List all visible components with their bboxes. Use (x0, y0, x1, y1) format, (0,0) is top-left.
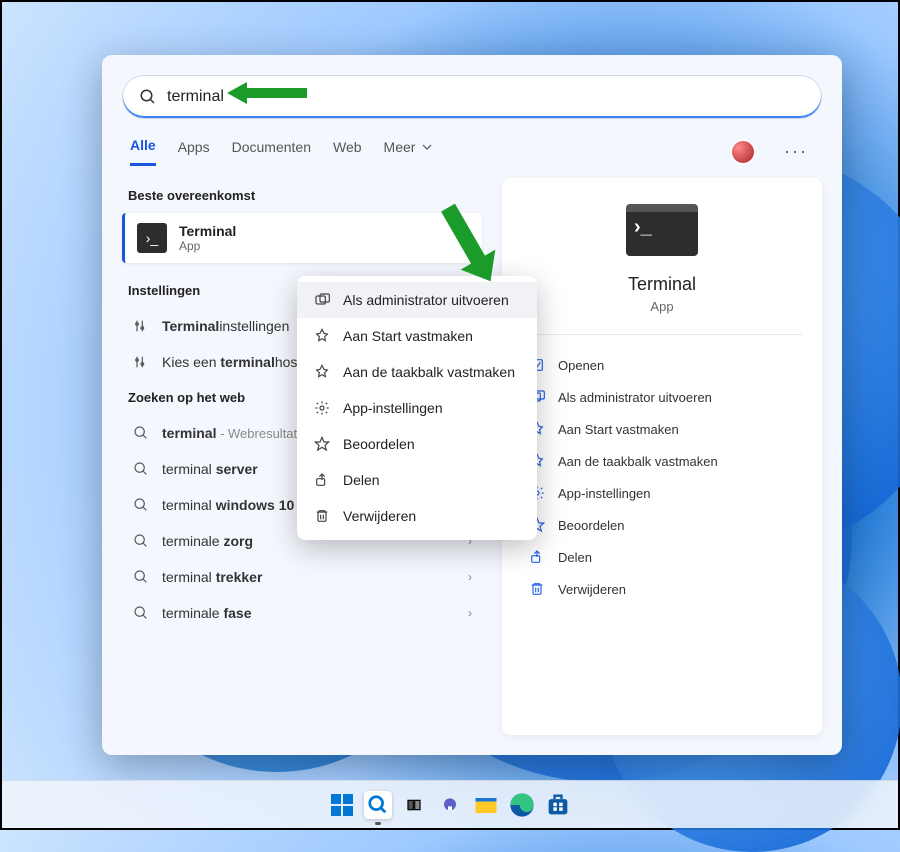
pin-icon (313, 328, 331, 344)
search-icon (139, 88, 157, 106)
context-menu-label: App-instellingen (343, 400, 443, 416)
taskbar (2, 780, 898, 828)
share-icon (313, 472, 331, 488)
context-menu-item[interactable]: Aan de taakbalk vastmaken (297, 354, 537, 390)
context-menu-label: Delen (343, 472, 380, 488)
search-icon (132, 533, 150, 549)
action-label: Als administrator uitvoeren (558, 390, 712, 405)
best-match-subtitle: App (179, 239, 236, 253)
context-menu-label: Aan Start vastmaken (343, 328, 473, 344)
detail-action[interactable]: Beoordelen (522, 509, 802, 541)
overflow-menu-button[interactable]: ··· (778, 141, 814, 162)
store-button[interactable] (544, 791, 572, 819)
chevron-down-icon (419, 139, 435, 155)
gear-icon (313, 400, 331, 416)
detail-action[interactable]: App-instellingen (522, 477, 802, 509)
detail-action[interactable]: Als administrator uitvoeren (522, 381, 802, 413)
search-icon (367, 794, 389, 816)
pin-icon (313, 364, 331, 380)
file-explorer-button[interactable] (472, 791, 500, 819)
filter-tabs: Alle Apps Documenten Web Meer ··· (102, 119, 842, 166)
action-label: Aan Start vastmaken (558, 422, 679, 437)
best-match-item[interactable]: ›_ Terminal App (122, 213, 482, 263)
edge-icon (508, 791, 536, 819)
chat-button[interactable] (436, 791, 464, 819)
search-icon (132, 605, 150, 621)
windows-logo-icon (331, 794, 353, 816)
action-label: Aan de taakbalk vastmaken (558, 454, 718, 469)
context-menu-label: Als administrator uitvoeren (343, 292, 509, 308)
web-result[interactable]: terminal trekker › (122, 559, 482, 595)
search-icon (132, 425, 150, 441)
detail-app-icon (626, 204, 698, 256)
result-label: terminale fase (162, 605, 456, 621)
share-icon (528, 549, 546, 565)
section-best-match: Beste overeenkomst (122, 178, 482, 213)
annotation-arrow (227, 78, 307, 113)
user-avatar[interactable] (730, 139, 756, 165)
trash-icon (313, 508, 331, 524)
star-icon (313, 436, 331, 452)
tab-web[interactable]: Web (333, 139, 362, 165)
edge-button[interactable] (508, 791, 536, 819)
taskbar-search-button[interactable] (364, 791, 392, 819)
action-label: Beoordelen (558, 518, 625, 533)
result-label: terminal trekker (162, 569, 456, 585)
web-result[interactable]: terminale fase › (122, 595, 482, 631)
detail-action[interactable]: Openen (522, 349, 802, 381)
search-icon (132, 497, 150, 513)
divider (522, 334, 802, 335)
admin-icon (313, 292, 331, 308)
task-view-icon (406, 797, 422, 813)
chat-icon (442, 797, 458, 813)
context-menu-label: Aan de taakbalk vastmaken (343, 364, 515, 380)
search-icon (132, 461, 150, 477)
action-label: Delen (558, 550, 592, 565)
search-icon (132, 569, 150, 585)
context-menu-item[interactable]: Beoordelen (297, 426, 537, 462)
sliders-icon (132, 318, 150, 334)
task-view-button[interactable] (400, 791, 428, 819)
action-label: Openen (558, 358, 604, 373)
tab-all[interactable]: Alle (130, 137, 156, 166)
context-menu: Als administrator uitvoeren Aan Start vas… (297, 276, 537, 540)
context-menu-item[interactable]: Aan Start vastmaken (297, 318, 537, 354)
detail-pane: Terminal App Openen Als administrator uit… (502, 178, 822, 735)
detail-action[interactable]: Aan Start vastmaken (522, 413, 802, 445)
sliders-icon (132, 354, 150, 370)
start-button[interactable] (328, 791, 356, 819)
chevron-right-icon: › (468, 570, 472, 584)
context-menu-label: Verwijderen (343, 508, 416, 524)
best-match-title: Terminal (179, 223, 236, 239)
context-menu-item[interactable]: App-instellingen (297, 390, 537, 426)
terminal-app-icon: ›_ (137, 223, 167, 253)
detail-subtitle: App (650, 299, 673, 314)
detail-action[interactable]: Aan de taakbalk vastmaken (522, 445, 802, 477)
tab-apps[interactable]: Apps (178, 139, 210, 165)
detail-action[interactable]: Delen (522, 541, 802, 573)
context-menu-label: Beoordelen (343, 436, 415, 452)
context-menu-item[interactable]: Delen (297, 462, 537, 498)
context-menu-item[interactable]: Verwijderen (297, 498, 537, 534)
detail-title: Terminal (628, 274, 696, 295)
chevron-right-icon: › (468, 606, 472, 620)
trash-icon (528, 581, 546, 597)
action-label: App-instellingen (558, 486, 651, 501)
store-icon (544, 791, 572, 819)
detail-action[interactable]: Verwijderen (522, 573, 802, 605)
tab-documents[interactable]: Documenten (232, 139, 311, 165)
folder-icon (472, 791, 500, 819)
tab-more[interactable]: Meer (384, 139, 436, 165)
annotation-arrow (434, 202, 504, 292)
action-label: Verwijderen (558, 582, 626, 597)
